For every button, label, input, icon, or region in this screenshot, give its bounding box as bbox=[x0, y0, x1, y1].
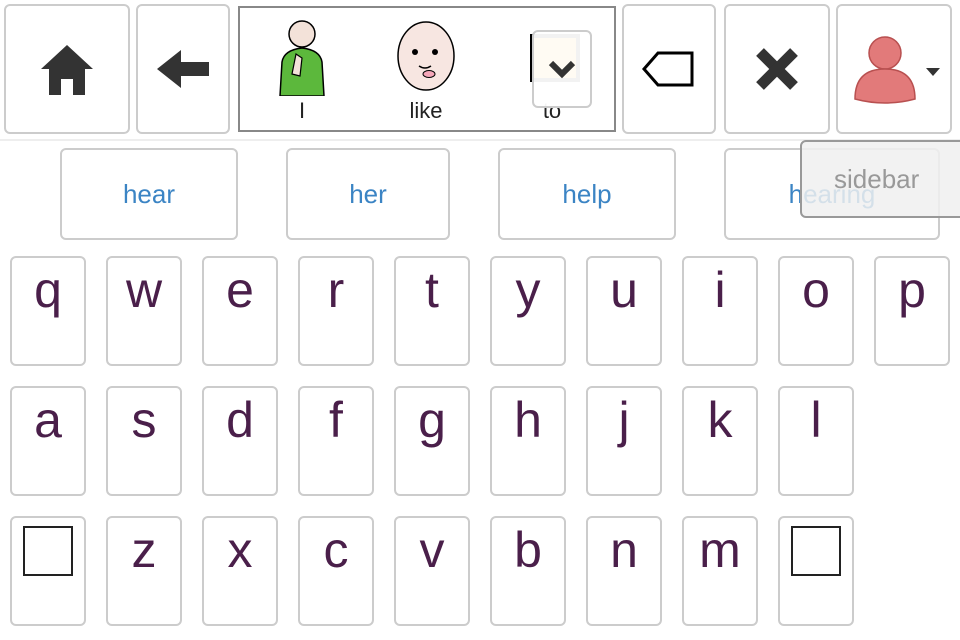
person-pointing-self-icon bbox=[279, 20, 325, 97]
key-u[interactable]: u bbox=[586, 256, 662, 366]
key-blank[interactable] bbox=[778, 516, 854, 626]
key-k[interactable]: k bbox=[682, 386, 758, 496]
key-label: b bbox=[514, 522, 542, 578]
key-g[interactable]: g bbox=[394, 386, 470, 496]
home-button[interactable] bbox=[4, 4, 130, 134]
key-label: i bbox=[714, 262, 726, 318]
key-label: n bbox=[610, 522, 638, 578]
back-button[interactable] bbox=[136, 4, 230, 134]
key-label: l bbox=[810, 392, 822, 448]
key-o[interactable]: o bbox=[778, 256, 854, 366]
key-label: p bbox=[898, 262, 926, 318]
prediction-button[interactable]: hear bbox=[60, 148, 238, 240]
key-f[interactable]: f bbox=[298, 386, 374, 496]
backspace-button[interactable] bbox=[622, 4, 716, 134]
user-menu-button[interactable] bbox=[836, 4, 952, 134]
user-avatar-icon bbox=[854, 36, 916, 104]
sidebar-toggle[interactable]: sidebar bbox=[800, 140, 960, 218]
key-label: x bbox=[227, 522, 253, 578]
key-b[interactable]: b bbox=[490, 516, 566, 626]
key-m[interactable]: m bbox=[682, 516, 758, 626]
caret-down-icon bbox=[926, 68, 940, 76]
x-icon bbox=[756, 48, 798, 90]
key-c[interactable]: c bbox=[298, 516, 374, 626]
key-label: r bbox=[327, 262, 345, 318]
key-d[interactable]: d bbox=[202, 386, 278, 496]
key-x[interactable]: x bbox=[202, 516, 278, 626]
key-n[interactable]: n bbox=[586, 516, 662, 626]
key-blank[interactable] bbox=[10, 516, 86, 626]
message-symbol-i[interactable]: I bbox=[252, 14, 352, 130]
key-label: s bbox=[131, 392, 157, 448]
key-label: z bbox=[131, 522, 157, 578]
key-label: u bbox=[610, 262, 638, 318]
key-h[interactable]: h bbox=[490, 386, 566, 496]
key-z[interactable]: z bbox=[106, 516, 182, 626]
chevron-down-icon bbox=[548, 60, 576, 79]
message-symbol-like[interactable]: like bbox=[376, 14, 476, 130]
key-label: t bbox=[425, 262, 439, 318]
key-j[interactable]: j bbox=[586, 386, 662, 496]
blank-square-icon bbox=[791, 526, 841, 576]
key-t[interactable]: t bbox=[394, 256, 470, 366]
key-label: g bbox=[418, 392, 446, 448]
key-p[interactable]: p bbox=[874, 256, 950, 366]
key-label: o bbox=[802, 262, 830, 318]
key-label: m bbox=[699, 522, 741, 578]
key-label: e bbox=[226, 262, 254, 318]
message-symbol-label: I bbox=[298, 98, 306, 123]
key-label: c bbox=[323, 522, 349, 578]
arrow-left-icon bbox=[157, 50, 209, 88]
key-s[interactable]: s bbox=[106, 386, 182, 496]
key-label: k bbox=[707, 392, 733, 448]
home-icon bbox=[41, 45, 93, 95]
key-label: j bbox=[618, 392, 630, 448]
key-label: q bbox=[34, 262, 62, 318]
key-label: v bbox=[419, 522, 445, 578]
key-e[interactable]: e bbox=[202, 256, 278, 366]
blank-square-icon bbox=[23, 526, 73, 576]
key-label: w bbox=[125, 262, 163, 318]
key-label: d bbox=[226, 392, 254, 448]
clear-button[interactable] bbox=[724, 4, 830, 134]
key-w[interactable]: w bbox=[106, 256, 182, 366]
key-label: h bbox=[514, 392, 542, 448]
key-v[interactable]: v bbox=[394, 516, 470, 626]
backspace-tag-icon bbox=[642, 51, 694, 87]
prediction-button[interactable]: help bbox=[498, 148, 676, 240]
key-l[interactable]: l bbox=[778, 386, 854, 496]
key-label: y bbox=[515, 262, 541, 318]
key-a[interactable]: a bbox=[10, 386, 86, 496]
key-label: a bbox=[34, 392, 62, 448]
expand-message-button[interactable] bbox=[532, 30, 592, 108]
prediction-button[interactable]: her bbox=[286, 148, 450, 240]
key-i[interactable]: i bbox=[682, 256, 758, 366]
key-label: f bbox=[329, 392, 343, 448]
face-licking-lips-icon bbox=[397, 21, 455, 91]
key-r[interactable]: r bbox=[298, 256, 374, 366]
message-symbol-label: like bbox=[409, 98, 443, 123]
key-y[interactable]: y bbox=[490, 256, 566, 366]
key-q[interactable]: q bbox=[10, 256, 86, 366]
